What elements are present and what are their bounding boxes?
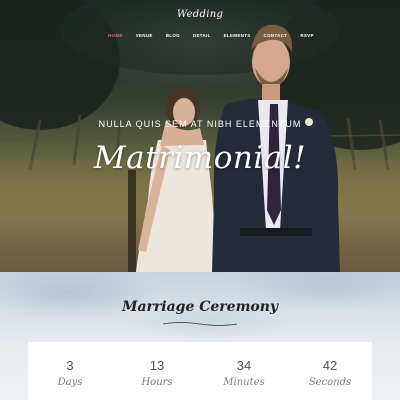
nav-item-blog[interactable]: BLOG <box>166 33 180 38</box>
hero-tagline: NULLA QUIS SEM AT NIBH ELEMENTUM <box>98 119 302 129</box>
main-nav: HOME VENUE BLOG DETAIL ELEMENTS CONTACT … <box>108 33 314 38</box>
countdown-days-label: Days <box>57 377 83 388</box>
countdown-minutes: 34 Minutes <box>204 342 284 388</box>
countdown-hours-value: 13 <box>149 358 165 373</box>
countdown-seconds-label: Seconds <box>308 377 352 388</box>
nav-item-contact[interactable]: CONTACT <box>264 33 288 38</box>
countdown-timer: 3 Days 13 Hours 34 Minutes 42 Seconds <box>28 342 372 400</box>
nav-item-home[interactable]: HOME <box>108 33 123 38</box>
nav-item-rsvp[interactable]: RSVP <box>300 33 313 38</box>
countdown-seconds-value: 42 <box>322 358 338 373</box>
countdown-minutes-value: 34 <box>236 358 252 373</box>
countdown-days-value: 3 <box>66 358 74 373</box>
countdown-hours-label: Hours <box>141 377 173 388</box>
ceremony-title: Marriage Ceremony <box>121 299 279 315</box>
countdown-minutes-label: Minutes <box>223 377 265 388</box>
ceremony-section: Marriage Ceremony 3 Days 13 Hours 34 Min… <box>0 272 400 400</box>
hero-section: Wedding HOME VENUE BLOG DETAIL ELEMENTS … <box>0 0 400 272</box>
nav-item-venue[interactable]: VENUE <box>136 33 153 38</box>
hero-title: Matrimonial! <box>93 140 307 176</box>
countdown-seconds: 42 Seconds <box>290 342 370 388</box>
countdown-hours: 13 Hours <box>117 342 197 388</box>
site-logo[interactable]: Wedding <box>0 9 400 20</box>
flourish-divider <box>162 322 238 326</box>
couple-photo <box>136 24 340 272</box>
countdown-days: 3 Days <box>30 342 110 388</box>
nav-item-elements[interactable]: ELEMENTS <box>224 33 251 38</box>
nav-item-detail[interactable]: DETAIL <box>193 33 211 38</box>
